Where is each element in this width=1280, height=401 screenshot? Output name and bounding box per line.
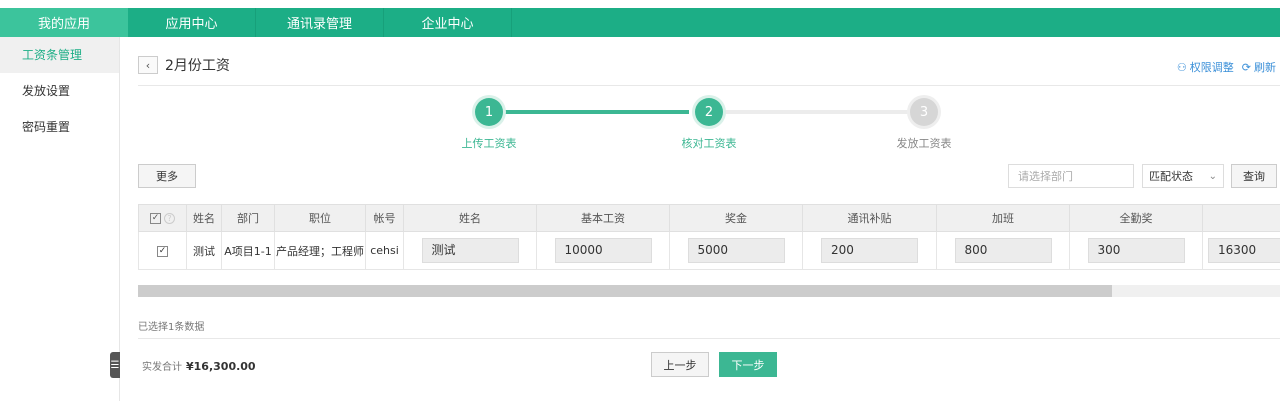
column-header: 实发: [1202, 204, 1280, 232]
name-input[interactable]: 测试: [421, 238, 519, 263]
header-select-all[interactable]: ✓?: [138, 204, 187, 232]
nav-item-app-center[interactable]: 应用中心: [128, 8, 256, 37]
page-title: 2月份工资: [165, 58, 230, 74]
sidebar-collapse-icon[interactable]: ☰: [110, 352, 120, 378]
refresh-label: 刷新: [1254, 61, 1276, 74]
actual-pay-input[interactable]: 16300: [1208, 238, 1280, 263]
main-content: ‹ 2月份工资 ⚇ 权限调整 ⟳ 刷新 1 2 3 上传工资表 核对工资表 发放…: [121, 37, 1280, 401]
step-1-dot: 1: [475, 98, 503, 126]
header-divider: [138, 85, 1280, 86]
cell-base-cell: 10000: [536, 231, 670, 270]
help-icon: ?: [164, 213, 175, 224]
step-connector-1: [489, 110, 689, 114]
match-status-select[interactable]: 匹配状态 ⌄: [1142, 164, 1224, 188]
refresh-link[interactable]: ⟳ 刷新: [1242, 59, 1276, 75]
user-icon: ⚇: [1176, 60, 1187, 74]
column-header: 姓名: [403, 204, 537, 232]
nav-brand[interactable]: 我的应用: [0, 8, 128, 37]
checkbox-checked-icon[interactable]: ✓: [150, 213, 161, 224]
department-select-input[interactable]: 请选择部门: [1008, 164, 1134, 188]
column-header: 职位: [274, 204, 366, 232]
progress-steps: 1 2 3 上传工资表 核对工资表 发放工资表: [461, 97, 952, 157]
sidebar-item-distribution[interactable]: 发放设置: [0, 73, 119, 109]
total-summary: 实发合计 ¥16,300.00: [142, 358, 256, 373]
table-row: ✓ 测试 A项目1-1 产品经理；工程师 cehsi 测试 10000 5000…: [138, 231, 1280, 270]
step-connector-2: [709, 110, 914, 114]
column-header: 奖金: [669, 204, 803, 232]
page-header: ‹ 2月份工资: [138, 55, 230, 75]
scrollbar-thumb[interactable]: [138, 285, 1113, 297]
table-header-row: ✓? 姓名 部门 职位 帐号 姓名 基本工资 奖金 通讯补贴 加班 全勤奖 实发: [138, 204, 1280, 232]
cell-name-input-cell: 测试: [403, 231, 537, 270]
sidebar: 工资条管理 发放设置 密码重置: [0, 37, 120, 401]
cell-account: cehsi: [365, 231, 404, 270]
header-tools: ⚇ 权限调整 ⟳ 刷新: [1177, 59, 1276, 75]
step-2-dot: 2: [695, 98, 723, 126]
comm-allowance-input[interactable]: 200: [821, 238, 918, 263]
attendance-bonus-input[interactable]: 300: [1087, 238, 1185, 263]
bonus-input[interactable]: 5000: [687, 238, 785, 263]
column-header: 帐号: [365, 204, 404, 232]
query-button[interactable]: 查询: [1231, 164, 1277, 188]
top-nav: 我的应用 应用中心 通讯录管理 企业中心: [0, 8, 1280, 37]
footer-divider: [138, 338, 1280, 339]
sidebar-item-password-reset[interactable]: 密码重置: [0, 109, 119, 145]
cell-actual-cell: 16300: [1202, 231, 1280, 270]
column-header: 基本工资: [536, 204, 670, 232]
column-header: 全勤奖: [1069, 204, 1203, 232]
base-salary-input[interactable]: 10000: [554, 238, 652, 263]
cell-comm-cell: 200: [802, 231, 937, 270]
prev-step-button[interactable]: 上一步: [651, 352, 709, 377]
checkbox-checked-icon[interactable]: ✓: [157, 245, 168, 257]
refresh-icon: ⟳: [1241, 60, 1251, 74]
step-3-label: 发放工资表: [896, 137, 952, 150]
row-select-cell[interactable]: ✓: [138, 231, 187, 270]
more-button[interactable]: 更多: [138, 164, 196, 188]
back-button[interactable]: ‹: [138, 56, 158, 74]
step-3-dot: 3: [910, 98, 938, 126]
total-label: 实发合计: [142, 362, 182, 373]
step-1-label: 上传工资表: [461, 137, 517, 150]
nav-item-contacts[interactable]: 通讯录管理: [256, 8, 384, 37]
next-step-button[interactable]: 下一步: [719, 352, 777, 377]
chevron-left-icon: ‹: [145, 58, 151, 72]
cell-overtime-cell: 800: [936, 231, 1070, 270]
cell-department: A项目1-1: [221, 231, 275, 270]
top-strip: [0, 0, 1280, 8]
column-header: 部门: [221, 204, 275, 232]
total-value: ¥16,300.00: [186, 360, 256, 373]
chevron-down-icon: ⌄: [1208, 170, 1217, 182]
nav-item-enterprise[interactable]: 企业中心: [384, 8, 512, 37]
cell-position: 产品经理；工程师: [274, 231, 366, 270]
match-status-value: 匹配状态: [1149, 170, 1193, 183]
column-header: 加班: [936, 204, 1070, 232]
overtime-input[interactable]: 800: [954, 238, 1052, 263]
step-2-label: 核对工资表: [681, 137, 737, 150]
permission-link[interactable]: ⚇ 权限调整: [1177, 59, 1234, 75]
cell-bonus-cell: 5000: [669, 231, 803, 270]
cell-name: 测试: [186, 231, 222, 270]
salary-table: ✓? 姓名 部门 职位 帐号 姓名 基本工资 奖金 通讯补贴 加班 全勤奖 实发: [138, 204, 1280, 270]
horizontal-scrollbar[interactable]: [138, 285, 1280, 297]
cell-attendance-cell: 300: [1069, 231, 1203, 270]
permission-label: 权限调整: [1189, 61, 1234, 74]
sidebar-item-payslip[interactable]: 工资条管理: [0, 37, 119, 73]
column-header: 姓名: [186, 204, 222, 232]
selected-count-text: 已选择1条数据: [138, 322, 205, 333]
column-header: 通讯补贴: [802, 204, 937, 232]
